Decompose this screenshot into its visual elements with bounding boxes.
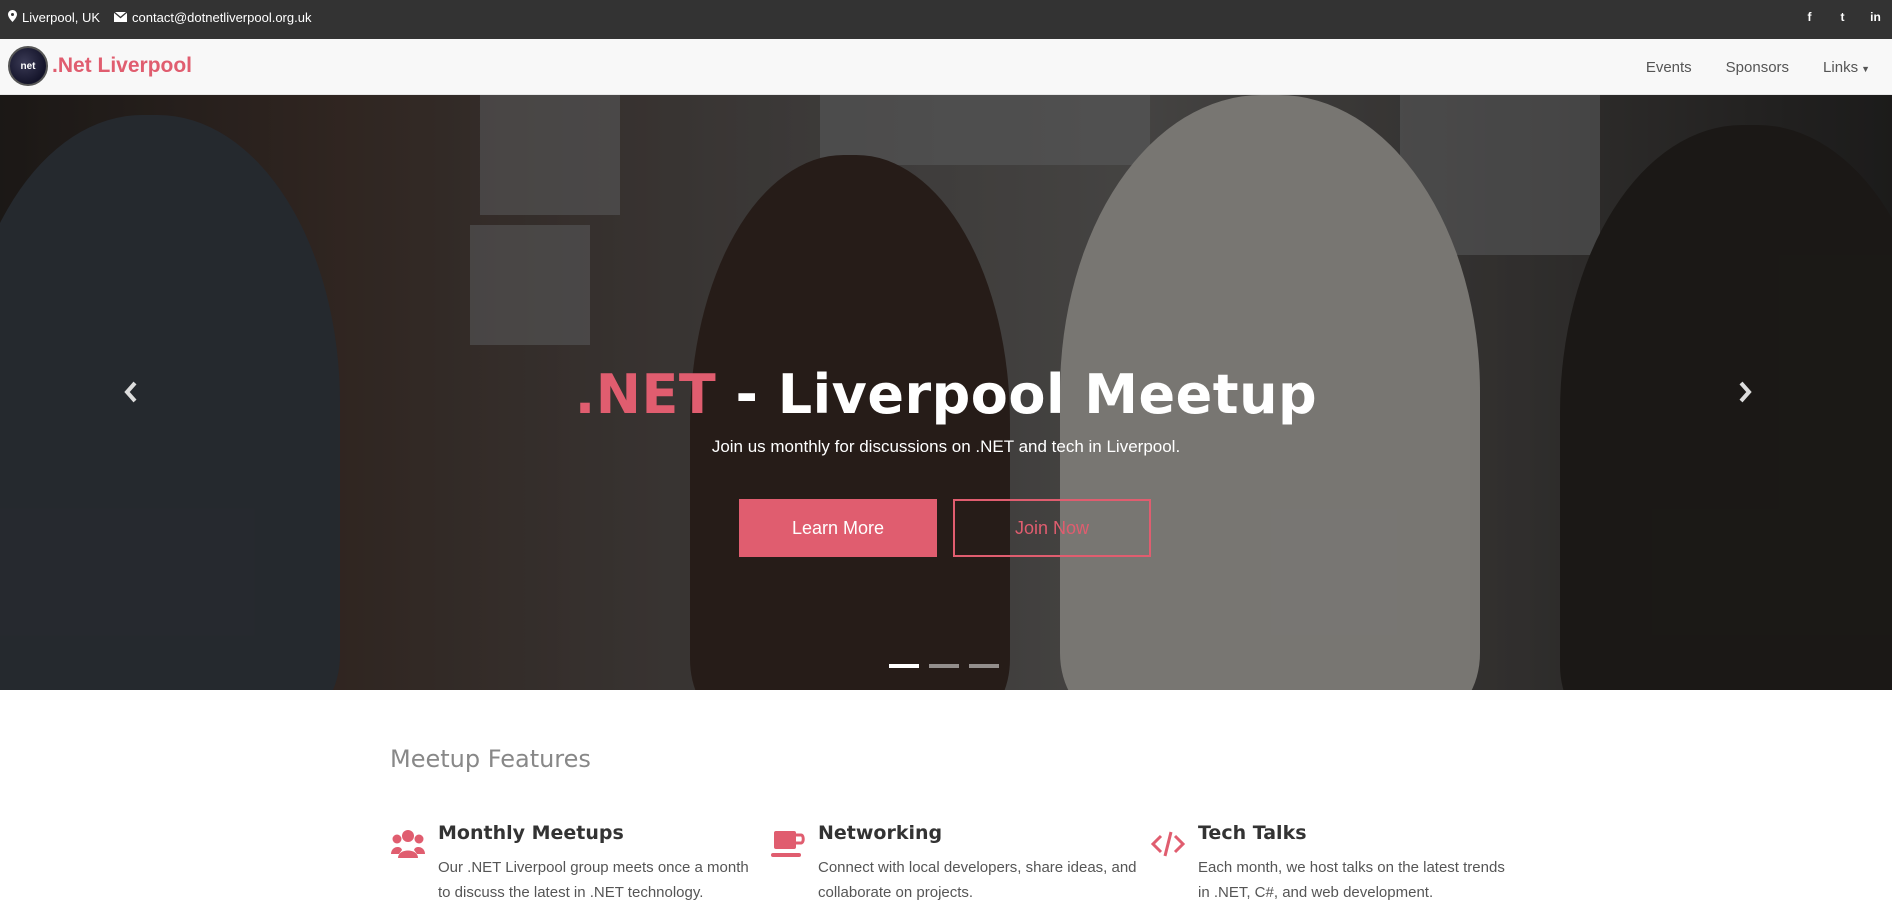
- map-marker-icon: [8, 9, 17, 25]
- hero-title-accent: .NET: [574, 363, 717, 426]
- feature-text: Connect with local developers, share ide…: [818, 859, 1137, 901]
- brand-name[interactable]: .Net Liverpool: [52, 54, 192, 78]
- feature-title: Monthly Meetups: [438, 822, 624, 844]
- location-item: Liverpool, UK: [8, 9, 101, 25]
- learn-more-button[interactable]: Learn More: [739, 499, 937, 557]
- nav-links-label: Links: [1823, 58, 1859, 76]
- hero-carousel: .NET - Liverpool Meetup Join us monthly …: [0, 95, 1892, 690]
- feature-text: Our .NET Liverpool group meets once a mo…: [438, 859, 749, 901]
- carousel-indicator[interactable]: [969, 664, 999, 668]
- carousel-next-icon[interactable]: [1738, 379, 1752, 410]
- linkedin-icon[interactable]: in: [1859, 10, 1892, 24]
- feature-text: Each month, we host talks on the latest …: [1198, 859, 1505, 901]
- email-link[interactable]: contact@dotnetliverpool.org.uk: [132, 10, 311, 25]
- features-heading: Meetup Features: [390, 745, 591, 773]
- logo-text: net: [20, 60, 36, 72]
- envelope-icon: [113, 10, 128, 25]
- feature-title: Tech Talks: [1198, 822, 1307, 844]
- top-info-bar: Liverpool, UK contact@dotnetliverpool.or…: [0, 0, 1892, 39]
- carousel-indicator[interactable]: [889, 664, 919, 668]
- caret-down-icon: ▼: [1861, 63, 1870, 74]
- nav-links: Events Sponsors Links ▼: [1646, 39, 1870, 95]
- main-navbar: net .Net Liverpool Events Sponsors Links…: [0, 39, 1892, 95]
- nav-sponsors[interactable]: Sponsors: [1726, 59, 1789, 76]
- brand-link[interactable]: net .Net Liverpool: [8, 45, 192, 87]
- join-now-button[interactable]: Join Now: [953, 499, 1151, 557]
- users-icon: [390, 826, 426, 862]
- contact-info: Liverpool, UK contact@dotnetliverpool.or…: [8, 0, 311, 34]
- nav-links-dropdown[interactable]: Links ▼: [1823, 59, 1870, 76]
- social-links: f t in: [1793, 0, 1892, 34]
- carousel-prev-icon[interactable]: [124, 379, 138, 410]
- code-icon: [1150, 826, 1186, 862]
- nav-events[interactable]: Events: [1646, 59, 1692, 76]
- carousel-indicators: [889, 664, 999, 668]
- carousel-indicator[interactable]: [929, 664, 959, 668]
- email-item[interactable]: contact@dotnetliverpool.org.uk: [113, 10, 311, 25]
- hero-subtitle: Join us monthly for discussions on .NET …: [711, 437, 1181, 456]
- facebook-icon[interactable]: f: [1793, 10, 1826, 24]
- location-text: Liverpool, UK: [22, 9, 101, 25]
- hero-title: .NET - Liverpool Meetup: [0, 363, 1892, 426]
- hero-title-rest: - Liverpool Meetup: [716, 363, 1318, 426]
- coffee-cup-icon: [770, 826, 806, 862]
- feature-title: Networking: [818, 822, 943, 844]
- twitter-icon[interactable]: t: [1826, 10, 1859, 24]
- brand-logo[interactable]: net: [8, 46, 48, 86]
